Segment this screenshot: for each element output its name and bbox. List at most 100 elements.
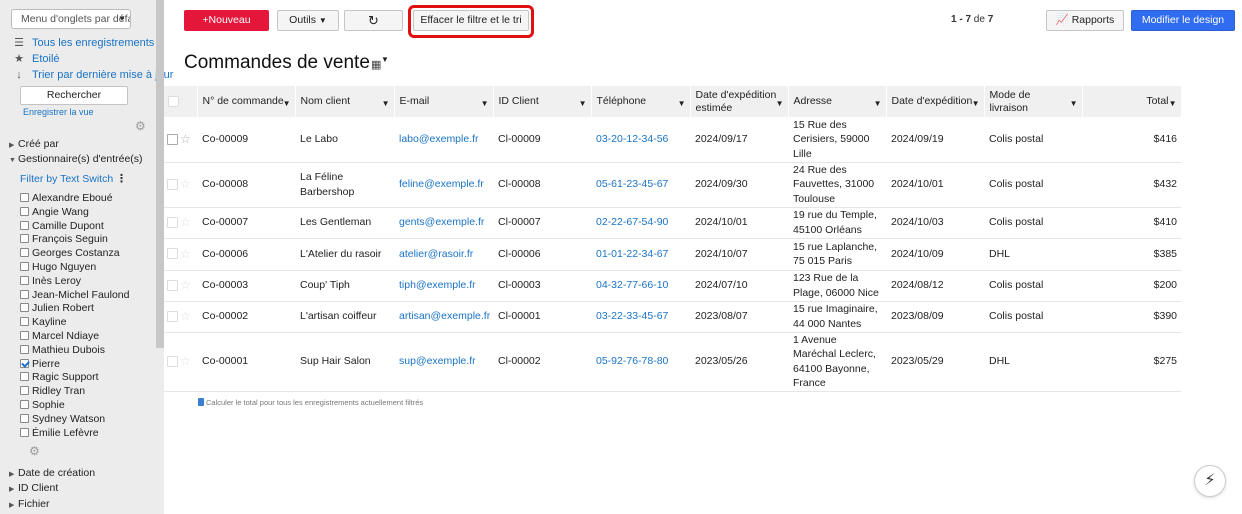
- checkbox[interactable]: [20, 372, 29, 382]
- star-icon[interactable]: ☆: [180, 354, 191, 369]
- star-icon[interactable]: ☆: [180, 132, 191, 147]
- filter-option[interactable]: Sophie: [20, 399, 65, 412]
- gear-icon[interactable]: ⚙: [29, 444, 40, 458]
- filter-section[interactable]: ▶ Date de création: [9, 466, 95, 480]
- filter-option[interactable]: Camille Dupont: [20, 220, 104, 233]
- filter-option[interactable]: Hugo Nguyen: [20, 261, 96, 274]
- sort-caret-icon[interactable]: ▼: [1070, 97, 1078, 110]
- filter-option[interactable]: Inès Leroy: [20, 275, 81, 288]
- sort-caret-icon[interactable]: ▼: [874, 97, 882, 110]
- checkbox[interactable]: [20, 344, 29, 354]
- table-row[interactable]: ☆ Co-00002 L'artisan coiffeur artisan@exemp…: [164, 301, 1181, 333]
- more-options-icon[interactable]: ⋮: [116, 172, 127, 185]
- phone-cell[interactable]: 03-20-12-34-56: [591, 117, 690, 163]
- new-record-button[interactable]: +Nouveau: [184, 10, 269, 31]
- column-header[interactable]: Adresse ▼: [788, 86, 887, 117]
- filter-section[interactable]: ▶ Fichier: [9, 497, 50, 511]
- checkbox[interactable]: [20, 289, 29, 299]
- reports-button[interactable]: 📈 Rapports: [1046, 10, 1124, 31]
- checkbox[interactable]: [20, 248, 29, 258]
- sort-caret-icon[interactable]: ▼: [579, 97, 587, 110]
- caret-down-icon[interactable]: ▼: [381, 55, 389, 64]
- table-row[interactable]: ☆ Co-00003 Coup' Tiph tiph@exemple.fr Cl-000…: [164, 270, 1181, 302]
- filter-section[interactable]: ▼ Gestionnaire(s) d'entrée(s): [9, 152, 143, 166]
- email-cell[interactable]: atelier@rasoir.fr: [394, 238, 493, 271]
- filter-section[interactable]: ▶ Créé par: [9, 137, 59, 151]
- sort-caret-icon[interactable]: ▼: [776, 97, 784, 110]
- checkbox[interactable]: [20, 303, 29, 313]
- table-row[interactable]: ☆ Co-00006 L'Atelier du rasoir atelier@raso…: [164, 238, 1181, 271]
- column-header[interactable]: Téléphone ▼: [591, 86, 691, 117]
- phone-cell[interactable]: 05-61-23-45-67: [591, 162, 690, 208]
- tools-button[interactable]: Outils ▼: [277, 10, 339, 31]
- sidebar-link-0[interactable]: ☰ Tous les enregistrements: [12, 36, 154, 51]
- save-view-link[interactable]: Enregistrer la vue: [23, 107, 94, 117]
- table-row[interactable]: ☆ Co-00009 Le Labo labo@exemple.fr Cl-00009 0…: [164, 117, 1181, 163]
- row-checkbox[interactable]: [167, 248, 178, 260]
- filter-option[interactable]: Ridley Tran: [20, 385, 85, 398]
- filter-option[interactable]: Jean-Michel Faulond: [20, 289, 129, 302]
- checkbox[interactable]: [20, 413, 29, 423]
- filter-option[interactable]: Ragic Support: [20, 371, 99, 384]
- table-view-icon[interactable]: ▦: [371, 58, 381, 71]
- table-row[interactable]: ☆ Co-00001 Sup Hair Salon sup@exemple.fr Cl-…: [164, 332, 1181, 392]
- filter-option[interactable]: Georges Costanza: [20, 247, 120, 260]
- refresh-button[interactable]: ↻: [344, 10, 403, 31]
- email-cell[interactable]: tiph@exemple.fr: [394, 270, 493, 302]
- sort-caret-icon[interactable]: ▼: [481, 97, 489, 110]
- email-cell[interactable]: sup@exemple.fr: [394, 332, 493, 392]
- filter-option[interactable]: Alexandre Eboué: [20, 192, 113, 205]
- checkbox[interactable]: [20, 427, 29, 437]
- sort-caret-icon[interactable]: ▼: [678, 97, 686, 110]
- row-checkbox[interactable]: [167, 133, 178, 145]
- checkbox[interactable]: [20, 206, 29, 216]
- column-header[interactable]: Date d'expédition estimée ▼: [690, 86, 789, 117]
- checkbox[interactable]: [20, 317, 29, 327]
- filter-option[interactable]: Kayline: [20, 316, 66, 329]
- select-all-checkbox[interactable]: [168, 95, 179, 107]
- row-checkbox[interactable]: [167, 216, 178, 228]
- column-header[interactable]: E-mail ▼: [394, 86, 494, 117]
- sidebar-link-2[interactable]: ↓ Trier par dernière mise à jour: [12, 68, 173, 83]
- calc-total-link[interactable]: Calculer le total pour tous les enregist…: [198, 398, 423, 407]
- star-icon[interactable]: ☆: [180, 177, 191, 192]
- star-icon[interactable]: ☆: [180, 247, 191, 262]
- filter-option[interactable]: Sydney Watson: [20, 413, 105, 426]
- checkbox[interactable]: [20, 400, 29, 409]
- star-icon[interactable]: ☆: [180, 309, 191, 324]
- tab-menu-select[interactable]: Menu d'onglets par défaut ▼: [11, 9, 131, 29]
- phone-cell[interactable]: 05-92-76-78-80: [591, 332, 690, 392]
- email-cell[interactable]: feline@exemple.fr: [394, 162, 493, 208]
- checkbox[interactable]: [20, 275, 29, 285]
- column-header[interactable]: Mode de livraison ▼: [984, 86, 1083, 117]
- checkbox[interactable]: [20, 331, 29, 340]
- phone-cell[interactable]: 04-32-77-66-10: [591, 270, 690, 302]
- checkbox[interactable]: [20, 220, 29, 230]
- email-cell[interactable]: gents@exemple.fr: [394, 207, 493, 239]
- search-button[interactable]: Rechercher: [20, 86, 128, 105]
- phone-cell[interactable]: 01-01-22-34-67: [591, 238, 690, 271]
- star-icon[interactable]: ☆: [180, 278, 191, 293]
- row-checkbox[interactable]: [167, 355, 178, 367]
- filter-switch-link[interactable]: Filter by Text Switch: [20, 173, 113, 185]
- star-icon[interactable]: ☆: [180, 215, 191, 230]
- checkbox[interactable]: [20, 386, 29, 396]
- table-row[interactable]: ☆ Co-00007 Les Gentleman gents@exemple.fr Cl…: [164, 207, 1181, 239]
- column-header[interactable]: ID Client ▼: [493, 86, 592, 117]
- filter-option[interactable]: Julien Robert: [20, 302, 94, 315]
- row-checkbox[interactable]: [167, 178, 178, 190]
- checkbox[interactable]: [20, 234, 29, 244]
- checkbox[interactable]: [20, 262, 29, 271]
- column-header[interactable]: Nom client ▼: [295, 86, 395, 117]
- row-checkbox[interactable]: [167, 310, 178, 322]
- email-cell[interactable]: artisan@exemple.fr: [394, 301, 493, 333]
- select-all-header[interactable]: [164, 86, 198, 117]
- gear-icon[interactable]: ⚙: [135, 119, 146, 133]
- filter-section[interactable]: ▶ ID Client: [9, 481, 58, 495]
- checkbox[interactable]: [20, 193, 29, 202]
- filter-option[interactable]: Marcel Ndiaye: [20, 330, 99, 343]
- lightning-action-button[interactable]: ⚡: [1194, 465, 1226, 497]
- filter-option[interactable]: Mathieu Dubois: [20, 344, 105, 357]
- table-row[interactable]: ☆ Co-00008 La Féline Barbershop feline@exem…: [164, 162, 1181, 208]
- filter-option[interactable]: Émilie Lefèvre: [20, 427, 99, 440]
